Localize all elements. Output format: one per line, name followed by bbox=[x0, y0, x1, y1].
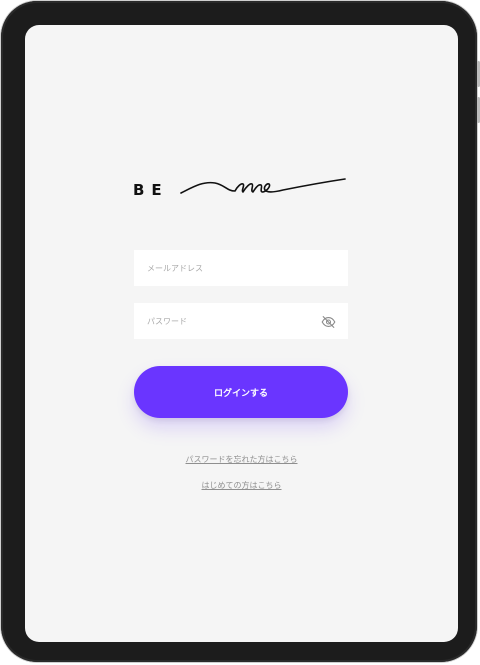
screen: BE ログインする パスワードを忘れた方はこちら はじめての方はこちら bbox=[25, 25, 458, 642]
forgot-password-link[interactable]: パスワードを忘れた方はこちら bbox=[25, 454, 458, 465]
login-button[interactable]: ログインする bbox=[134, 366, 348, 418]
password-input[interactable] bbox=[134, 303, 348, 339]
email-input[interactable] bbox=[134, 250, 348, 286]
first-time-link[interactable]: はじめての方はこちら bbox=[25, 480, 458, 491]
logo-text: BE bbox=[133, 181, 169, 199]
tablet-frame: BE ログインする パスワードを忘れた方はこちら はじめての方はこちら bbox=[1, 1, 480, 662]
eye-off-icon[interactable] bbox=[321, 314, 336, 328]
password-field[interactable] bbox=[134, 303, 348, 339]
email-field[interactable] bbox=[134, 250, 348, 286]
logo-script-me bbox=[180, 178, 346, 194]
brand-logo: BE bbox=[133, 175, 349, 205]
